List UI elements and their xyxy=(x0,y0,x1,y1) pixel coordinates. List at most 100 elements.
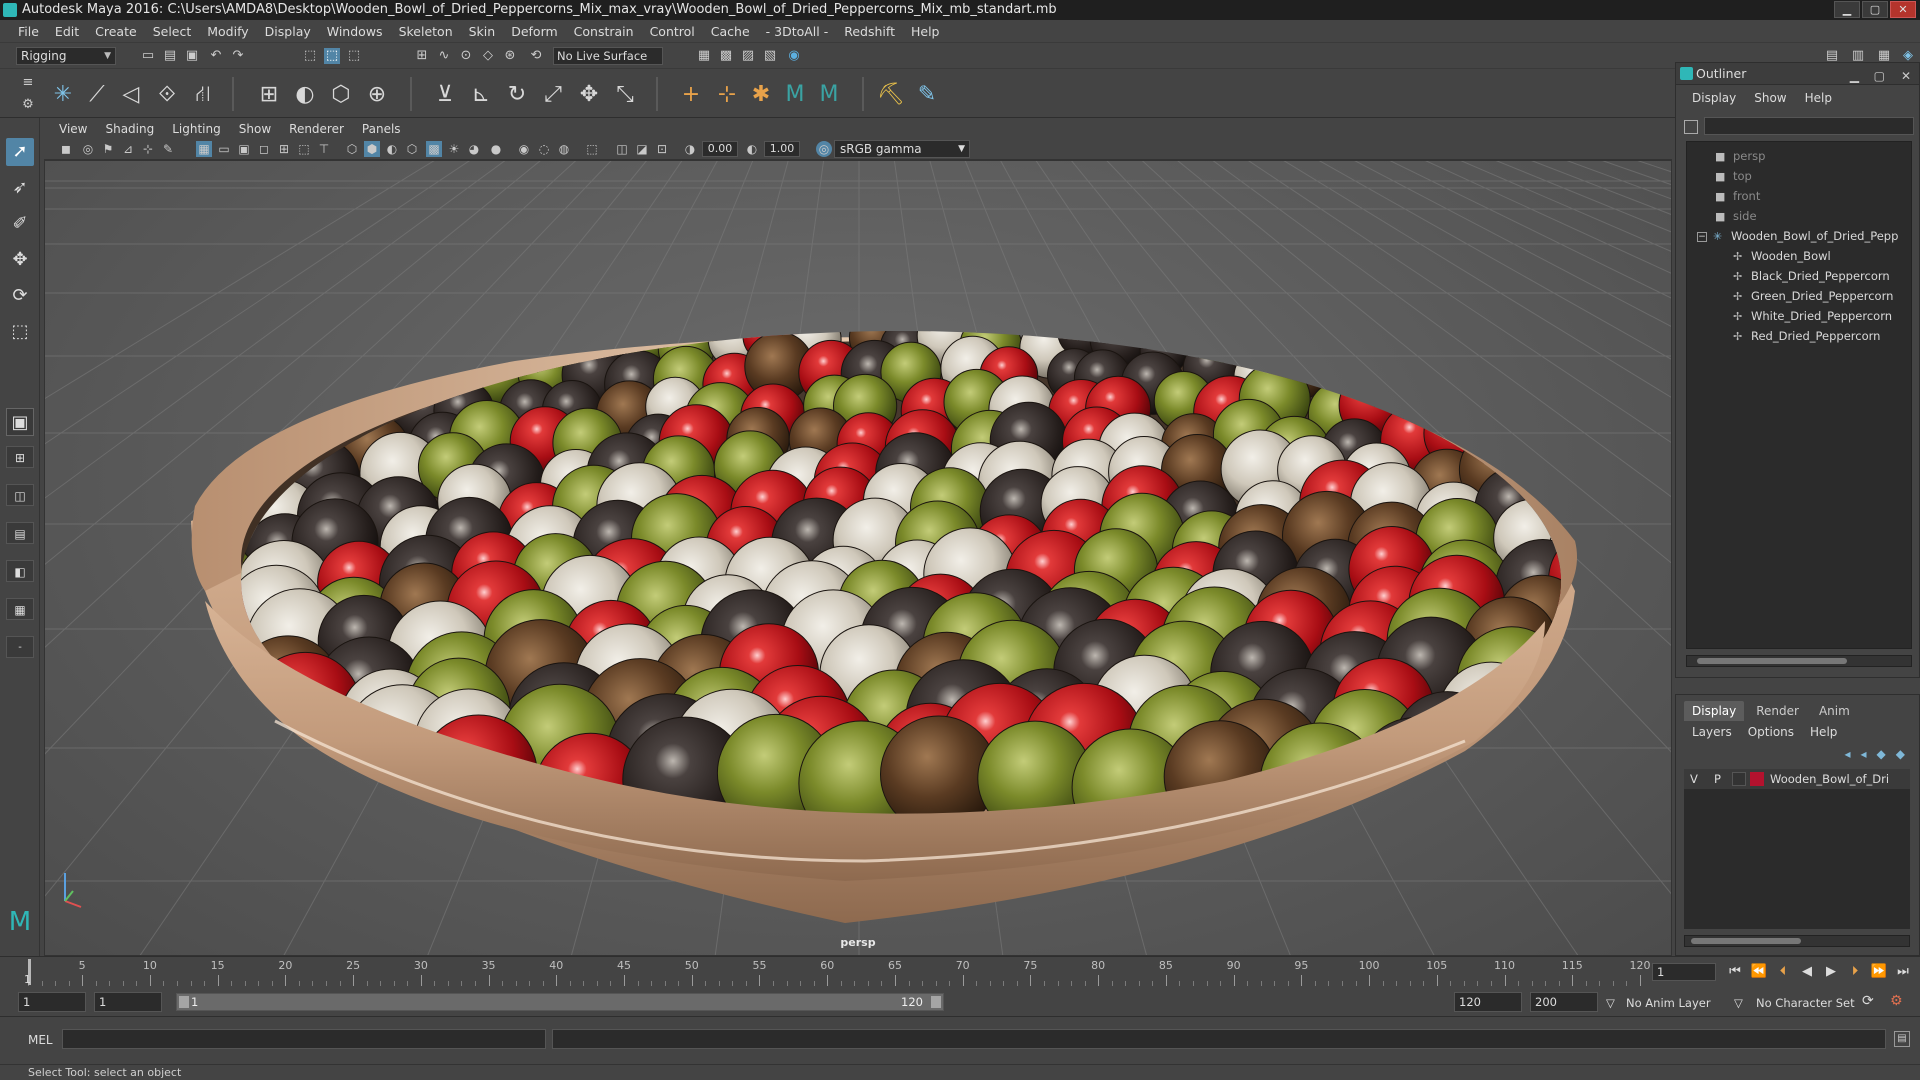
bind-skin-icon[interactable]: ⊞ xyxy=(254,80,284,110)
close-icon[interactable]: ✕ xyxy=(1901,65,1911,87)
mirror-joint-icon[interactable]: ⟐ xyxy=(152,80,182,110)
color-management-icon[interactable]: ◎ xyxy=(816,141,832,157)
anim-layer-dropdown[interactable]: No Anim Layer xyxy=(1626,996,1711,1010)
paint-weights-icon[interactable]: ⛏ xyxy=(876,80,906,110)
gamma-icon[interactable]: ◐ xyxy=(744,141,760,157)
playback-end-field[interactable]: 120 xyxy=(1454,992,1522,1012)
two-pane-layout-icon[interactable]: ◫ xyxy=(6,484,34,506)
camera-attributes-icon[interactable]: ◎ xyxy=(80,141,96,157)
menu-display[interactable]: Display xyxy=(257,24,319,39)
layer-row[interactable]: V P Wooden_Bowl_of_Dri xyxy=(1684,769,1910,789)
camera-icon[interactable]: ◼ xyxy=(58,141,74,157)
time-slider[interactable]: 5 10 15 20 25 30 35 40 45 50 55 60 65 70 75 80 85 90 95 100… xyxy=(0,956,1920,987)
menu-constrain[interactable]: Constrain xyxy=(566,24,642,39)
multisample-aa-icon[interactable]: ◌ xyxy=(536,141,552,157)
gamma-field[interactable]: 1.00 xyxy=(764,141,800,157)
step-forward-frame-icon[interactable]: ⏩ xyxy=(1870,964,1888,979)
menu-skin[interactable]: Skin xyxy=(461,24,504,39)
menu-redshift[interactable]: Redshift xyxy=(836,24,903,39)
layer-horizontal-scrollbar[interactable] xyxy=(1684,935,1910,947)
tab-display[interactable]: Display xyxy=(1684,701,1745,721)
exposure-icon[interactable]: ◑ xyxy=(682,141,698,157)
outliner-menu-display[interactable]: Display xyxy=(1692,91,1746,109)
joint-tool-icon[interactable]: ✳ xyxy=(48,80,78,110)
outliner-item[interactable]: ✢ Black_Dried_Peppercorn xyxy=(1687,266,1911,286)
script-language-toggle[interactable]: MEL xyxy=(28,1033,53,1047)
select-by-object-icon[interactable]: ⬚ xyxy=(324,48,340,64)
step-forward-key-icon[interactable]: ⏵ xyxy=(1846,964,1864,979)
hypershade-icon[interactable]: ◉ xyxy=(786,48,802,64)
tab-anim[interactable]: Anim xyxy=(1811,701,1858,721)
character-map-icon[interactable]: M xyxy=(814,80,844,110)
resolution-gate-icon[interactable]: ▣ xyxy=(236,141,252,157)
menu-3dtoall[interactable]: - 3DtoAll - xyxy=(758,24,837,39)
wireframe-icon[interactable]: ⬡ xyxy=(344,141,360,157)
collapse-toggle-icon[interactable]: − xyxy=(1697,231,1707,242)
grid-icon[interactable]: ▦ xyxy=(196,141,212,157)
filter-icon[interactable] xyxy=(1684,120,1698,134)
play-forwards-icon[interactable]: ▶ xyxy=(1822,964,1840,979)
menu-windows[interactable]: Windows xyxy=(319,24,391,39)
depth-of-field-icon[interactable]: ◍ xyxy=(556,141,572,157)
make-live-icon[interactable]: ⟲ xyxy=(528,48,544,64)
move-tool-icon[interactable]: ✥ xyxy=(6,246,34,274)
range-start-handle[interactable] xyxy=(179,996,189,1008)
tab-render[interactable]: Render xyxy=(1748,701,1807,721)
lattice-icon[interactable]: ⬡ xyxy=(326,80,356,110)
xray-components-icon[interactable]: ⊡ xyxy=(654,141,670,157)
custom-layout-icon[interactable]: - xyxy=(6,636,34,658)
single-perspective-layout-icon[interactable]: ▣ xyxy=(6,408,34,436)
orient-joint-icon[interactable]: ⛙ xyxy=(188,80,218,110)
render-settings-icon[interactable]: ▧ xyxy=(762,48,778,64)
chevron-down-icon[interactable]: ▽ xyxy=(1734,996,1743,1010)
xray-joints-icon[interactable]: ◪ xyxy=(634,141,650,157)
viewport-menu-panels[interactable]: Panels xyxy=(353,122,410,136)
scrollbar-thumb[interactable] xyxy=(1691,938,1801,944)
outliner-item[interactable]: ■ persp xyxy=(1687,146,1911,166)
close-button[interactable]: ✕ xyxy=(1890,1,1916,18)
outliner-item[interactable]: ✢ Red_Dried_Peppercorn xyxy=(1687,326,1911,346)
snap-grid-icon[interactable]: ⊞ xyxy=(414,48,430,64)
move-layer-down-icon[interactable]: ◂ xyxy=(1861,747,1867,761)
snap-view-plane-icon[interactable]: ◇ xyxy=(480,48,496,64)
snap-point-icon[interactable]: ⊙ xyxy=(458,48,474,64)
ipr-render-icon[interactable]: ▨ xyxy=(740,48,756,64)
undo-icon[interactable]: ↶ xyxy=(208,48,224,64)
parent-constraint-icon[interactable]: ✥ xyxy=(574,80,604,110)
new-scene-icon[interactable]: ▭ xyxy=(140,48,156,64)
render-view-icon[interactable]: ▦ xyxy=(696,48,712,64)
save-scene-icon[interactable]: ▣ xyxy=(184,48,200,64)
maximize-icon[interactable]: ▢ xyxy=(1874,65,1885,87)
motion-blur-icon[interactable]: ◉ xyxy=(516,141,532,157)
scrollbar-thumb[interactable] xyxy=(1697,658,1847,664)
ik-handle-icon[interactable]: ⟋ xyxy=(82,80,112,110)
select-by-component-icon[interactable]: ⬚ xyxy=(346,48,362,64)
perspective-viewport[interactable]: persp xyxy=(44,160,1672,956)
component-editor-icon[interactable]: ✎ xyxy=(912,80,942,110)
graph-persp-layout-icon[interactable]: ◧ xyxy=(6,560,34,582)
playback-range-bar[interactable]: 1 120 xyxy=(176,993,944,1011)
human-ik-icon[interactable]: ✱ xyxy=(746,80,776,110)
outliner-persp-layout-icon[interactable]: ▤ xyxy=(6,522,34,544)
safe-action-icon[interactable]: ⬚ xyxy=(296,141,312,157)
outliner-menu-show[interactable]: Show xyxy=(1754,91,1796,109)
outliner-horizontal-scrollbar[interactable] xyxy=(1686,655,1912,667)
scale-constraint-icon[interactable]: ⤢ xyxy=(538,80,568,110)
grease-pencil-icon[interactable]: ✎ xyxy=(160,141,176,157)
range-end-handle[interactable] xyxy=(931,996,941,1008)
animation-end-field[interactable]: 200 xyxy=(1530,992,1598,1012)
rotate-tool-icon[interactable]: ⟳ xyxy=(6,282,34,310)
image-plane-icon[interactable]: ⊿ xyxy=(120,141,136,157)
menu-create[interactable]: Create xyxy=(87,24,145,39)
scale-tool-icon[interactable]: ⬚ xyxy=(6,318,34,346)
snap-live-icon[interactable]: ⊛ xyxy=(502,48,518,64)
layer-visibility-toggle[interactable]: V xyxy=(1690,769,1698,789)
menu-set-selector[interactable]: Rigging ▼ xyxy=(16,47,116,65)
hypershade-persp-layout-icon[interactable]: ▦ xyxy=(6,598,34,620)
viewport-menu-lighting[interactable]: Lighting xyxy=(163,122,230,136)
layer-menu-options[interactable]: Options xyxy=(1748,725,1794,739)
textured-icon[interactable]: ▩ xyxy=(426,141,442,157)
minimize-icon[interactable]: ▁ xyxy=(1850,65,1859,87)
create-empty-layer-icon[interactable]: ◆ xyxy=(1877,747,1886,761)
isolate-select-icon[interactable]: ⬚ xyxy=(584,141,600,157)
